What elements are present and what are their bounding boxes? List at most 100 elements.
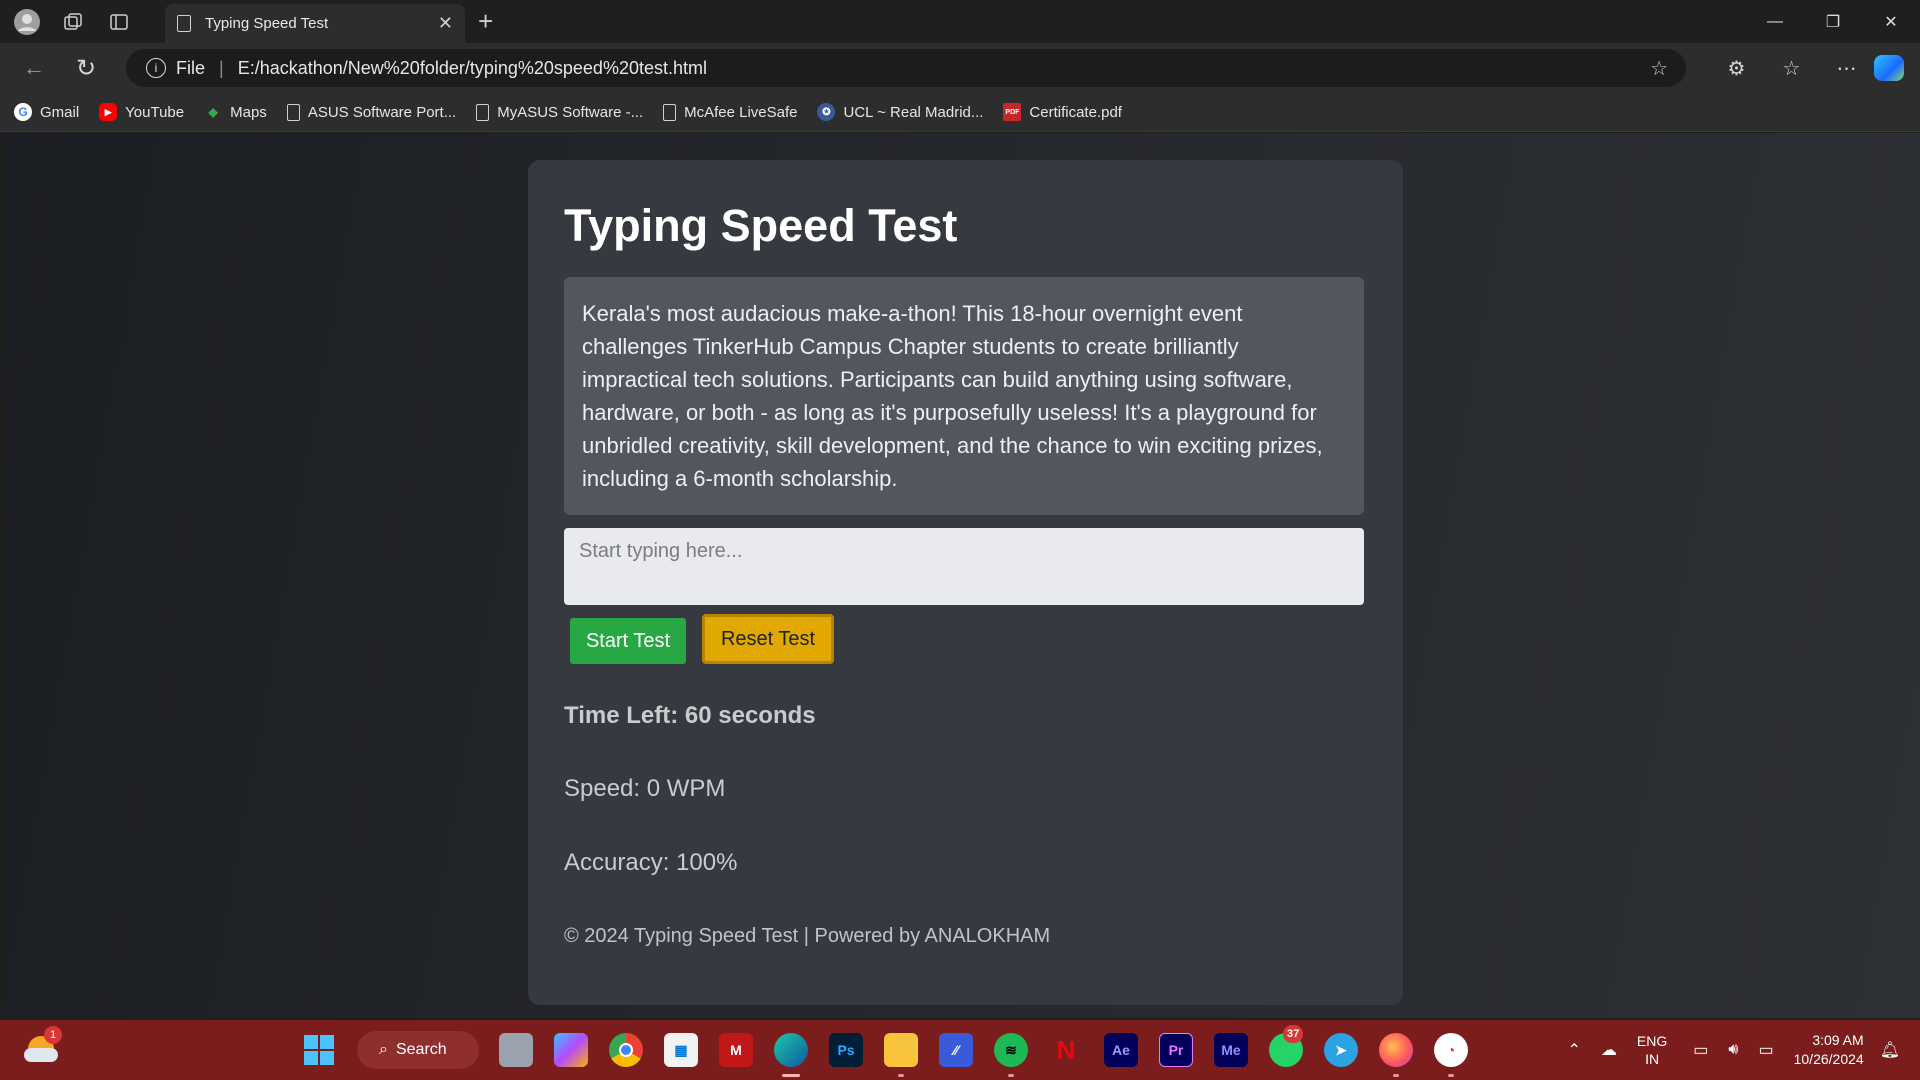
whatsapp-icon[interactable]: 37: [1269, 1025, 1304, 1067]
search-label: Search: [395, 1041, 447, 1058]
edge-icon[interactable]: [774, 1033, 808, 1077]
close-window-icon[interactable]: ✕: [1862, 0, 1920, 43]
refresh-icon[interactable]: ↻: [60, 43, 112, 93]
language-indicator[interactable]: ENG IN: [1637, 1032, 1667, 1068]
system-tray: ⌃ ☁ ENG IN ▭ 🔊︎ ▭ 3:09 AM 10/26/2024 🔔︎: [1568, 1020, 1920, 1080]
bookmark-myasus[interactable]: MyASUS Software -...: [476, 103, 644, 121]
page-icon: [286, 103, 300, 121]
task-view-icon[interactable]: [499, 1033, 533, 1067]
bookmark-label: UCL ~ Real Madrid...: [843, 103, 984, 121]
weather-badge: 1: [44, 1026, 62, 1044]
telegram-icon[interactable]: ➤: [1324, 1033, 1358, 1067]
vertical-tabs-icon[interactable]: [96, 0, 142, 43]
app-maker-icon[interactable]: ⁄⁄: [939, 1033, 973, 1067]
weather-icon[interactable]: 1: [24, 1026, 62, 1066]
test-controls: Start Test Reset Test: [564, 614, 1367, 664]
file-explorer-icon[interactable]: [884, 1033, 918, 1077]
volume-icon[interactable]: 🔊︎: [1728, 1041, 1738, 1059]
address-bar-row: ← ↻ i File | E:/hackathon/New%20folder/t…: [0, 43, 1920, 93]
copilot-icon[interactable]: [1874, 55, 1904, 81]
restore-icon[interactable]: ❐: [1804, 0, 1862, 43]
favorite-star-icon[interactable]: ☆: [1650, 56, 1668, 81]
browser-tools: ⚙ ☆ ⋯: [1709, 43, 1920, 93]
bookmark-mcafee[interactable]: McAfee LiveSafe: [663, 103, 797, 121]
accuracy-stat: Accuracy: 100%: [564, 849, 738, 876]
typing-input[interactable]: [564, 528, 1364, 605]
page-icon: [177, 15, 191, 32]
copilot-taskbar-icon[interactable]: [554, 1033, 588, 1067]
netflix-icon[interactable]: N: [1049, 1033, 1083, 1067]
battery-icon[interactable]: ▭: [1758, 1040, 1773, 1060]
clock[interactable]: 3:09 AM 10/26/2024: [1794, 1031, 1864, 1069]
address-scheme: File: [176, 57, 206, 78]
page-footer: © 2024 Typing Speed Test | Powered by AN…: [564, 925, 1051, 947]
chevron-up-icon[interactable]: ⌃: [1568, 1040, 1581, 1060]
back-icon[interactable]: ←: [8, 43, 60, 93]
bookmarks-bar: G Gmail ▶ YouTube ◆ Maps ASUS Software Port…: [0, 93, 1920, 132]
page-icon: [476, 103, 490, 121]
bookmark-youtube[interactable]: ▶ YouTube: [99, 103, 184, 121]
minimize-icon[interactable]: —: [1746, 0, 1804, 43]
taskbar: 1 ⌕ Search ▦ M Ps ⁄⁄ ≋ N Ae Pr Me 37 ➤ ◔: [0, 1020, 1920, 1080]
address-bar[interactable]: i File | E:/hackathon/New%20folder/typin…: [126, 49, 1686, 87]
more-menu-icon[interactable]: ⋯: [1819, 56, 1874, 81]
workspaces-icon[interactable]: [50, 0, 96, 43]
lang-bottom: IN: [1645, 1051, 1660, 1067]
window-controls: — ❐ ✕: [1746, 0, 1920, 43]
bookmark-label: YouTube: [125, 103, 185, 121]
close-tab-icon[interactable]: ✕: [438, 13, 453, 34]
new-tab-icon[interactable]: +: [478, 6, 493, 37]
bookmark-label: Gmail: [40, 103, 80, 121]
after-effects-icon[interactable]: Ae: [1104, 1033, 1138, 1067]
maps-icon: ◆: [208, 105, 218, 119]
page-icon: [663, 103, 677, 121]
extensions-icon[interactable]: ⚙: [1709, 56, 1764, 81]
tab-bar: Typing Speed Test ✕ + — ❐ ✕: [0, 0, 1920, 43]
gmail-icon: G: [14, 103, 32, 121]
start-test-button[interactable]: Start Test: [570, 618, 686, 664]
firefox-icon[interactable]: [1379, 1033, 1413, 1077]
bookmark-gmail[interactable]: G Gmail: [14, 103, 79, 121]
media-encoder-icon[interactable]: Me: [1214, 1033, 1248, 1067]
address-separator: |: [219, 57, 224, 78]
speed-stat: Speed: 0 WPM: [564, 775, 726, 802]
search-icon: ⌕: [379, 1041, 388, 1058]
reset-test-button[interactable]: Reset Test: [702, 614, 834, 664]
ucl-icon: ✪: [817, 103, 836, 121]
davinci-resolve-icon[interactable]: ◔: [1434, 1033, 1468, 1077]
bookmark-label: MyASUS Software -...: [497, 103, 644, 121]
clock-date: 10/26/2024: [1793, 1051, 1864, 1067]
premiere-pro-icon[interactable]: Pr: [1159, 1033, 1193, 1067]
time-left: Time Left: 60 seconds: [564, 702, 816, 729]
page-title: Typing Speed Test: [564, 200, 958, 251]
test-passage: Kerala's most audacious make-a-thon! Thi…: [564, 277, 1364, 515]
bookmark-ucl[interactable]: ✪ UCL ~ Real Madrid...: [817, 103, 983, 121]
network-icon[interactable]: ▭: [1693, 1040, 1708, 1060]
bookmark-maps[interactable]: ◆ Maps: [204, 103, 267, 121]
clock-time: 3:09 AM: [1812, 1032, 1864, 1048]
spotify-icon[interactable]: ≋: [994, 1033, 1028, 1077]
favorites-icon[interactable]: ☆: [1764, 56, 1819, 81]
microsoft-store-icon[interactable]: ▦: [664, 1033, 698, 1067]
taskbar-search[interactable]: ⌕ Search: [357, 1031, 479, 1069]
youtube-icon: ▶: [99, 103, 118, 121]
bookmark-certificate[interactable]: PDF Certificate.pdf: [1003, 103, 1122, 121]
url-text[interactable]: E:/hackathon/New%20folder/typing%20speed…: [238, 58, 707, 79]
profile-icon[interactable]: [4, 0, 50, 43]
page-viewport: Typing Speed Test Kerala's most audaciou…: [5, 133, 1920, 1018]
notification-bell-icon[interactable]: 🔔︎: [1880, 1040, 1900, 1060]
start-icon[interactable]: [302, 1033, 336, 1067]
onedrive-icon[interactable]: ☁: [1601, 1040, 1617, 1060]
whatsapp-badge: 37: [1283, 1025, 1304, 1043]
mcafee-icon[interactable]: M: [719, 1033, 753, 1067]
photoshop-icon[interactable]: Ps: [829, 1033, 863, 1067]
tab-title: Typing Speed Test: [205, 15, 329, 32]
chrome-icon[interactable]: [609, 1033, 643, 1067]
info-icon[interactable]: i: [146, 58, 166, 78]
tab-typing-speed-test[interactable]: Typing Speed Test ✕: [165, 4, 465, 43]
taskbar-apps: ⌕ Search ▦ M Ps ⁄⁄ ≋ N Ae Pr Me 37 ➤ ◔: [302, 1020, 1489, 1080]
typing-test-card: Typing Speed Test Kerala's most audaciou…: [528, 160, 1403, 1005]
bookmark-label: ASUS Software Port...: [307, 103, 457, 121]
bookmark-asus-software[interactable]: ASUS Software Port...: [286, 103, 457, 121]
bookmark-label: Certificate.pdf: [1029, 103, 1122, 121]
